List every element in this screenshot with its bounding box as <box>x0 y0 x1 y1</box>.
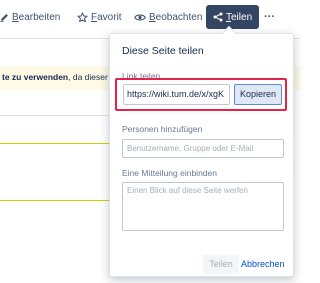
people-label: Personen hinzufügen <box>122 124 203 134</box>
eye-icon <box>134 13 146 22</box>
message-textarea[interactable]: Einen Blick auf diese Seite werfen <box>122 182 284 231</box>
message-label: Eine Mitteilung einbinden <box>122 168 217 178</box>
watch-button-label: Beobachten <box>149 11 203 23</box>
people-input[interactable]: Benutzername, Gruppe oder E-Mail <box>122 139 284 158</box>
cancel-link[interactable]: Abbrechen <box>241 255 285 274</box>
share-button[interactable]: Teilen <box>206 5 260 29</box>
content-divider <box>0 115 110 116</box>
notice-text: , da dieser <box>68 72 108 82</box>
share-icon <box>213 12 223 22</box>
notice-bold-text: te zu verwenden <box>2 72 69 82</box>
edit-button-label: Bearbeiten <box>12 11 61 23</box>
edit-button[interactable]: Bearbeiten <box>0 5 60 29</box>
favorite-button[interactable]: Favorit <box>77 5 122 29</box>
share-button-label: Teilen <box>226 11 253 23</box>
favorite-button-label: Favorit <box>91 11 122 23</box>
watch-button[interactable]: Beobachten <box>134 5 202 29</box>
share-link-input[interactable]: https://wiki.tum.de/x/xgK <box>123 84 230 105</box>
share-dialog: Diese Seite teilen Link teilen https://w… <box>109 33 294 277</box>
content-divider <box>0 200 110 201</box>
page-toolbar: Bearbeiten Favorit Beobachten Teilen ··· <box>0 5 300 31</box>
more-actions-label: ··· <box>264 11 275 23</box>
pencil-icon <box>0 12 9 22</box>
content-divider <box>0 143 110 144</box>
share-submit-button[interactable]: Teilen <box>203 255 239 274</box>
copy-button[interactable]: Kopieren <box>234 84 282 105</box>
more-actions-button[interactable]: ··· <box>264 5 275 29</box>
dialog-title: Diese Seite teilen <box>122 45 204 57</box>
star-icon <box>77 11 88 23</box>
